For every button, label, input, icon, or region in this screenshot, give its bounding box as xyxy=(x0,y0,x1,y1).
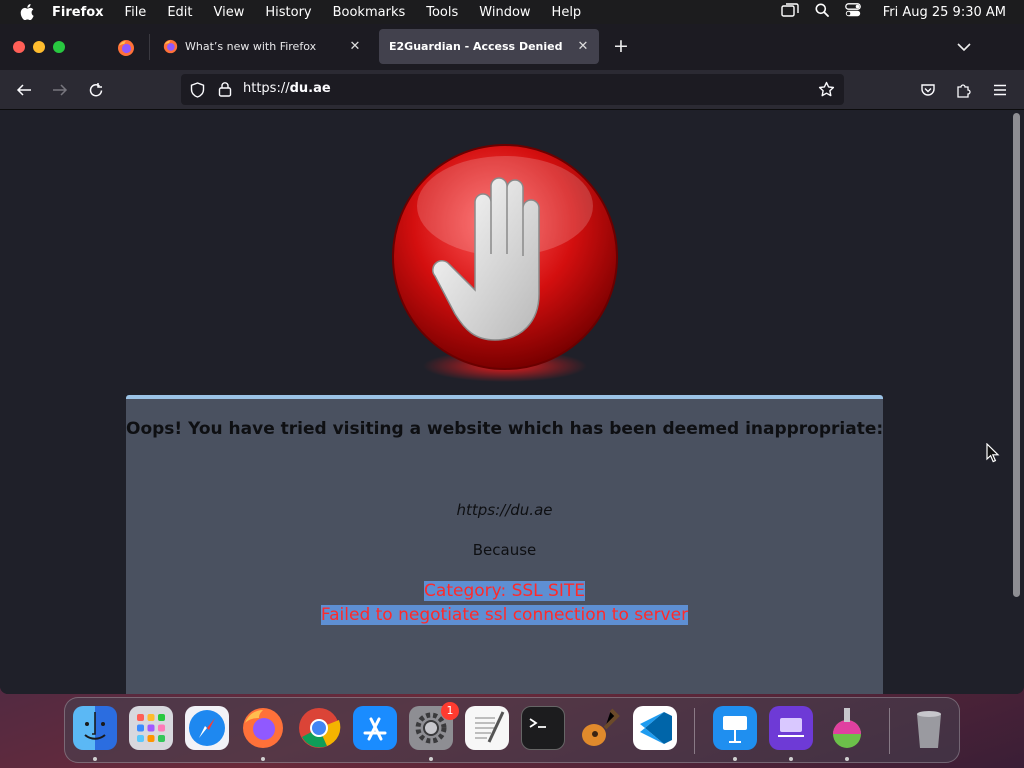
because-label: Because xyxy=(472,541,537,559)
menu-app-name[interactable]: Firefox xyxy=(52,5,104,20)
url-scheme: https:// xyxy=(243,81,290,96)
scrollbar-thumb[interactable] xyxy=(1013,113,1020,597)
vscode-icon[interactable] xyxy=(633,706,677,750)
launchpad-icon[interactable] xyxy=(129,706,173,750)
garageband-guitar-icon[interactable] xyxy=(577,706,621,750)
stop-hand-icon xyxy=(387,144,623,388)
failure-reason: Failed to negotiate ssl connection to se… xyxy=(126,605,883,625)
reload-icon[interactable] xyxy=(86,80,106,100)
url-host: du.ae xyxy=(289,81,331,96)
menu-bookmarks[interactable]: Bookmarks xyxy=(333,5,406,20)
tab-title: E2Guardian - Access Denied xyxy=(389,40,563,53)
tracking-protection-shield-icon[interactable] xyxy=(190,82,205,102)
screen-mirroring-icon[interactable] xyxy=(781,3,799,21)
category-text: Category: SSL SITE xyxy=(424,581,585,601)
menu-bar: Firefox File Edit View History Bookmarks… xyxy=(0,0,1024,24)
running-indicator xyxy=(261,757,265,761)
menu-edit[interactable]: Edit xyxy=(167,5,192,20)
back-arrow-icon[interactable] xyxy=(14,80,34,100)
close-window-button[interactable] xyxy=(13,41,25,53)
tab-access-denied[interactable]: E2Guardian - Access Denied ✕ xyxy=(379,29,599,64)
menu-tools[interactable]: Tools xyxy=(426,5,458,20)
lock-icon[interactable] xyxy=(218,81,232,101)
chrome-icon[interactable] xyxy=(297,706,341,750)
zoom-window-button[interactable] xyxy=(53,41,65,53)
url-text[interactable]: https://du.ae xyxy=(243,81,331,96)
running-indicator xyxy=(845,757,849,761)
pocket-icon[interactable] xyxy=(918,80,938,100)
menu-file[interactable]: File xyxy=(125,5,147,20)
app-store-icon[interactable] xyxy=(353,706,397,750)
finder-icon[interactable] xyxy=(73,706,117,750)
dock-separator xyxy=(694,708,695,754)
page-content: Oops! You have tried visiting a website … xyxy=(0,110,1008,694)
tab-whats-new[interactable]: What’s new with Firefox ✕ xyxy=(153,29,371,64)
menu-help[interactable]: Help xyxy=(552,5,582,20)
firefox-dock-icon[interactable] xyxy=(241,706,285,750)
trash-icon[interactable] xyxy=(907,706,951,750)
close-tab-icon[interactable]: ✕ xyxy=(573,39,593,54)
control-center-icon[interactable] xyxy=(844,3,861,21)
access-denied-panel: Oops! You have tried visiting a website … xyxy=(126,395,883,694)
blocked-url: https://du.ae xyxy=(456,501,553,519)
notification-badge: 1 xyxy=(441,702,459,720)
firefox-window: What’s new with Firefox ✕ E2Guardian - A… xyxy=(0,24,1024,694)
tab-separator xyxy=(149,34,150,60)
hamburger-menu-icon[interactable] xyxy=(990,80,1010,100)
apple-menu-icon[interactable] xyxy=(18,3,36,21)
running-indicator xyxy=(733,757,737,761)
firefox-icon xyxy=(163,39,178,54)
menu-view[interactable]: View xyxy=(214,5,245,20)
running-indicator xyxy=(429,757,433,761)
vertical-scrollbar[interactable] xyxy=(1008,110,1024,694)
forward-arrow-icon[interactable] xyxy=(50,80,70,100)
safari-icon[interactable] xyxy=(185,706,229,750)
minimize-window-button[interactable] xyxy=(33,41,45,53)
spotlight-search-icon[interactable] xyxy=(815,3,829,21)
bookmark-star-icon[interactable] xyxy=(818,81,835,102)
category-reason: Category: SSL SITE xyxy=(126,581,883,601)
instruments-icon[interactable] xyxy=(825,706,869,750)
running-indicator xyxy=(93,757,97,761)
extensions-puzzle-icon[interactable] xyxy=(954,80,974,100)
pinned-tab-firefox-icon[interactable] xyxy=(117,39,135,57)
menu-window[interactable]: Window xyxy=(479,5,530,20)
close-tab-icon[interactable]: ✕ xyxy=(345,39,365,54)
navigation-toolbar: https://du.ae xyxy=(0,70,1024,110)
simulator-icon[interactable] xyxy=(769,706,813,750)
url-bar[interactable]: https://du.ae xyxy=(181,74,844,105)
dock-separator xyxy=(889,708,890,754)
terminal-icon[interactable] xyxy=(521,706,565,750)
mouse-cursor-icon xyxy=(986,442,1000,463)
menu-history[interactable]: History xyxy=(265,5,311,20)
tab-bar: What’s new with Firefox ✕ E2Guardian - A… xyxy=(0,24,1024,70)
new-tab-plus-icon[interactable]: + xyxy=(612,37,630,56)
running-indicator xyxy=(789,757,793,761)
failure-text: Failed to negotiate ssl connection to se… xyxy=(320,605,689,625)
tab-title: What’s new with Firefox xyxy=(185,40,317,53)
denied-heading: Oops! You have tried visiting a website … xyxy=(126,419,884,439)
menu-clock[interactable]: Fri Aug 25 9:30 AM xyxy=(883,5,1006,20)
window-controls xyxy=(13,41,65,53)
dock: 1 xyxy=(64,697,960,763)
textedit-icon[interactable] xyxy=(465,706,509,750)
list-all-tabs-chevron-icon[interactable] xyxy=(955,38,973,56)
keynote-icon[interactable] xyxy=(713,706,757,750)
